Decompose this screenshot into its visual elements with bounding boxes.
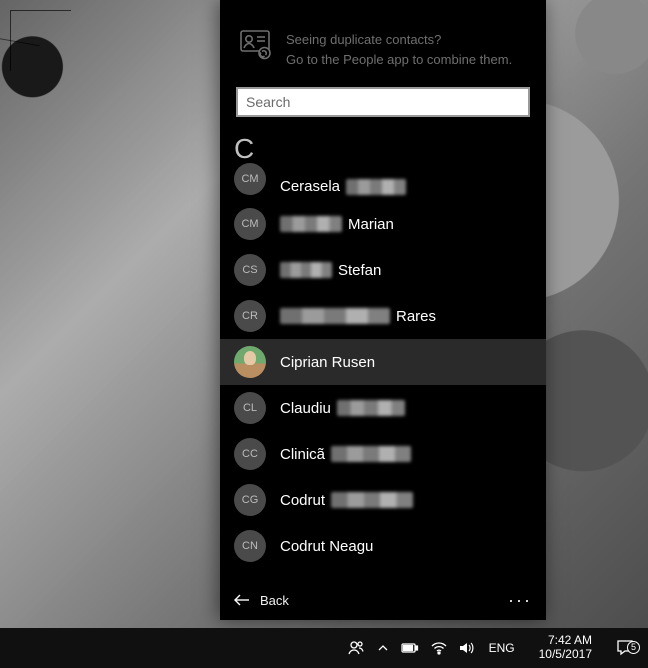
contact-list[interactable]: C CMCeraselaCMMarianCSStefanCRRaresCipri…	[220, 127, 546, 580]
avatar-initials: CR	[234, 300, 266, 332]
contact-name: Codrut Neagu	[280, 538, 373, 555]
avatar-initials: CG	[234, 484, 266, 516]
contact-row[interactable]: CL Claudiu	[220, 385, 546, 431]
contact-row[interactable]: CS Stefan	[220, 247, 546, 293]
more-button[interactable]: ···	[508, 590, 532, 611]
wifi-icon[interactable]	[431, 641, 447, 655]
avatar-initials: CM	[234, 163, 266, 195]
notice-line-2: Go to the People app to combine them.	[286, 50, 512, 70]
contact-name: Cerasela	[280, 178, 406, 195]
arrow-left-icon	[234, 593, 250, 607]
contact-row[interactable]: CM Marian	[220, 201, 546, 247]
redacted-text	[280, 308, 390, 324]
redacted-text	[337, 400, 405, 416]
clock-time: 7:42 AM	[539, 634, 592, 648]
contact-row[interactable]: CC Clinicã	[220, 431, 546, 477]
panel-bottom-bar: Back ···	[220, 580, 546, 620]
contact-name: Clinicã	[280, 446, 411, 463]
contact-row[interactable]: CN Codrut Neagu	[220, 523, 546, 569]
search-input[interactable]	[236, 87, 530, 117]
duplicate-contacts-notice: Seeing duplicate contacts? Go to the Peo…	[220, 0, 546, 83]
contact-row[interactable]: CR Rares	[220, 293, 546, 339]
contact-row[interactable]: CG Codrut	[220, 477, 546, 523]
contact-card-icon	[240, 30, 274, 60]
section-header[interactable]: C	[220, 127, 546, 169]
avatar-initials: CM	[234, 208, 266, 240]
my-people-panel: Seeing duplicate contacts? Go to the Peo…	[220, 0, 546, 620]
volume-icon[interactable]	[459, 641, 475, 655]
contact-name: Claudiu	[280, 400, 405, 417]
battery-icon[interactable]	[401, 642, 419, 654]
redacted-text	[346, 179, 406, 195]
contact-row[interactable]: Ciprian Rusen	[220, 339, 546, 385]
contact-row[interactable]: CMCerasela	[220, 169, 546, 201]
taskbar-clock[interactable]: 7:42 AM 10/5/2017	[531, 634, 600, 662]
action-center-button[interactable]: 5	[606, 639, 644, 657]
notification-count: 5	[627, 641, 640, 654]
avatar-initials: CC	[234, 438, 266, 470]
redacted-text	[280, 216, 342, 232]
contact-name: Codrut	[280, 492, 413, 509]
avatar-initials: CS	[234, 254, 266, 286]
contact-name: Rares	[280, 308, 436, 325]
avatar-initials: CN	[234, 530, 266, 562]
avatar-initials: CL	[234, 392, 266, 424]
redacted-text	[331, 492, 413, 508]
back-button[interactable]: Back	[234, 593, 289, 608]
redacted-text	[280, 262, 332, 278]
redacted-text	[331, 446, 411, 462]
taskbar: ENG 7:42 AM 10/5/2017 5	[0, 628, 648, 668]
contact-name: Marian	[280, 216, 394, 233]
avatar-photo	[234, 346, 266, 378]
notice-line-1: Seeing duplicate contacts?	[286, 30, 512, 50]
tray-chevron-up-icon[interactable]	[377, 642, 389, 654]
people-taskbar-icon[interactable]	[347, 639, 365, 657]
contact-name: Stefan	[280, 262, 381, 279]
contact-name: Ciprian Rusen	[280, 354, 375, 371]
back-label: Back	[260, 593, 289, 608]
system-tray: ENG	[339, 639, 525, 657]
clock-date: 10/5/2017	[539, 648, 592, 662]
language-indicator[interactable]: ENG	[487, 641, 517, 655]
